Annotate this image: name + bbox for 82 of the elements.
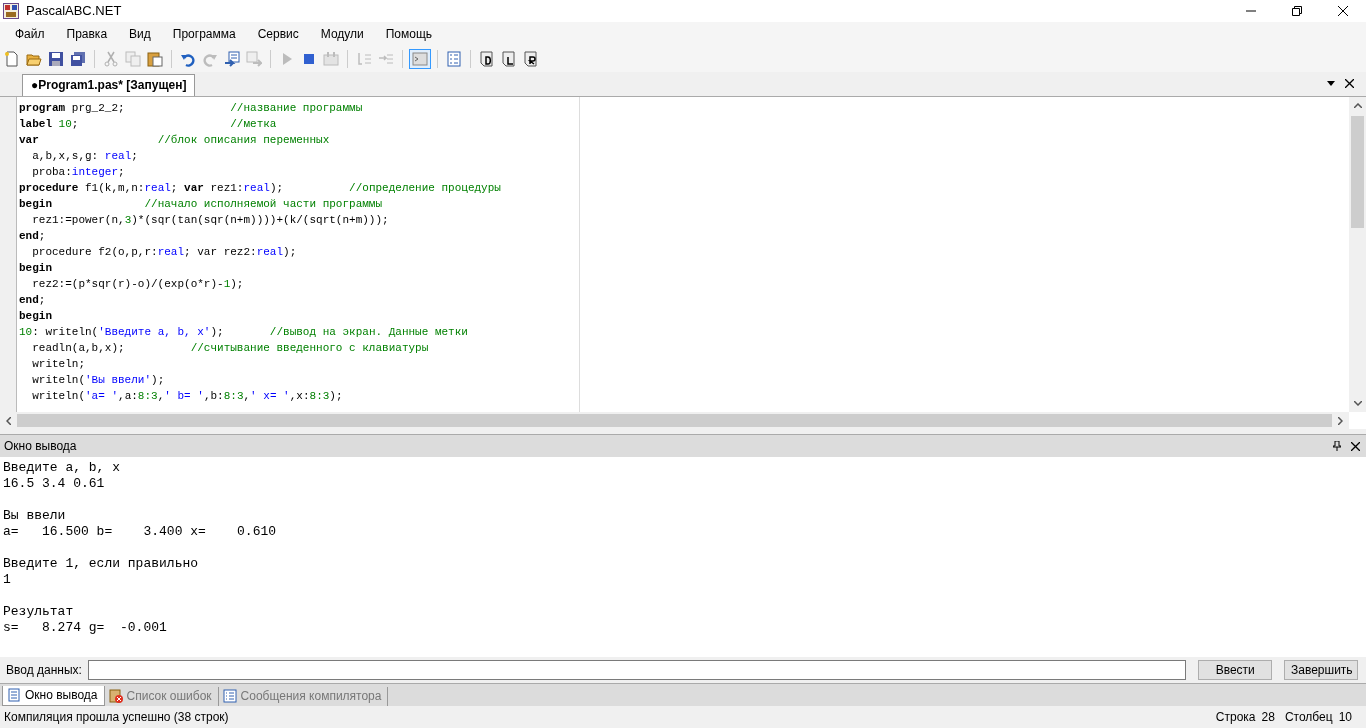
- code-line: var //блок описания переменных: [19, 132, 331, 148]
- vertical-scrollbar[interactable]: [1349, 96, 1366, 413]
- toolbar-button[interactable]: [222, 48, 242, 69]
- menu-item[interactable]: Помощь: [374, 26, 444, 41]
- scroll-left-icon[interactable]: [6, 416, 11, 425]
- panel-tab[interactable]: Окно вывода: [2, 686, 105, 707]
- status-label: Столбец: [1284, 710, 1333, 725]
- code-line: writeln('Вы ввели');: [31, 372, 166, 388]
- document-arrow-icon: [224, 50, 240, 67]
- menu-item[interactable]: Модули: [309, 26, 375, 41]
- code-line: a,b,x,s,g: real;: [31, 148, 139, 164]
- status-value: 28: [1261, 710, 1275, 725]
- save-all-icon: [70, 50, 86, 67]
- code-line: label 10; //метка: [19, 116, 278, 132]
- output-line: Введите 1, если правильно: [3, 556, 200, 573]
- status-message: Компиляция прошла успешно (38 строк): [4, 710, 229, 725]
- menu-item[interactable]: Файл: [4, 26, 56, 41]
- close-icon[interactable]: [1351, 441, 1360, 451]
- input-field[interactable]: [87, 660, 1187, 681]
- output-line: Результат: [3, 604, 75, 621]
- output-line: Введите a, b, x: [3, 460, 122, 477]
- document-icon: [7, 688, 21, 703]
- input-label: Ввод данных:: [6, 663, 82, 678]
- code-line: readln(a,b,x); //считывание введенного с клавиатуры: [31, 340, 430, 356]
- close-icon[interactable]: [1338, 5, 1348, 16]
- output-line: Вы ввели: [3, 508, 67, 525]
- scissors-icon: [103, 50, 119, 67]
- menu-item[interactable]: Программа: [161, 26, 247, 41]
- list-icon: [222, 689, 237, 704]
- console-icon: [412, 50, 428, 67]
- menu-item[interactable]: Вид: [118, 26, 162, 41]
- output-line: s= 8.274 g= -0.001: [3, 620, 168, 637]
- list-icon: [446, 50, 462, 67]
- document-arrow-icon: [246, 50, 262, 67]
- paste-icon: [147, 50, 163, 67]
- scroll-thumb[interactable]: [17, 414, 1332, 428]
- document-icon: [479, 50, 495, 67]
- output-line: 1: [3, 572, 12, 589]
- output-line: 16.5 3.4 0.61: [3, 476, 106, 493]
- horizontal-scrollbar[interactable]: [0, 412, 1349, 430]
- console-toggle-button[interactable]: [409, 48, 431, 69]
- code-line: procedure f1(k,m,n:real; var rez1:real); //определение процедуры: [19, 180, 502, 196]
- dropdown-icon[interactable]: [1327, 81, 1335, 87]
- scroll-right-icon[interactable]: [1338, 416, 1343, 425]
- menu-item[interactable]: Сервис: [246, 26, 310, 41]
- action-button[interactable]: Завершить: [1284, 660, 1358, 681]
- action-button[interactable]: Ввести: [1198, 660, 1272, 681]
- code-line: procedure f2(o,p,r:real; var rez2:real);: [31, 244, 298, 260]
- scroll-up-icon[interactable]: [1353, 102, 1362, 108]
- pin-icon[interactable]: [1333, 441, 1341, 452]
- status-value: 10: [1338, 710, 1352, 725]
- scroll-down-icon[interactable]: [1353, 401, 1362, 407]
- build-icon: [323, 50, 339, 67]
- close-icon[interactable]: [1345, 79, 1354, 89]
- code-line: rez2:=(p*sqr(r)-o)/(exp(o*r)-1);: [31, 276, 245, 292]
- code-line: rez1:=power(n,3)*(sqr(tan(sqr(n+m))))+(k/(sqrt(n+m)));: [31, 212, 390, 228]
- code-line: end;: [19, 292, 47, 308]
- editor-tab[interactable]: ●Program1.pas* [Запущен]: [22, 73, 196, 96]
- scroll-thumb[interactable]: [1351, 115, 1364, 228]
- app-logo-icon: [3, 2, 19, 19]
- code-line: writeln;: [31, 356, 86, 372]
- window-title: PascalABC.NET: [26, 3, 122, 19]
- copy-icon: [125, 50, 141, 67]
- code-line: proba:integer;: [31, 164, 126, 180]
- code-line: 10: writeln('Введите a, b, x'); //вывод на экран. Данные метки: [19, 324, 469, 340]
- code-line: begin: [19, 308, 53, 324]
- error-icon: [108, 689, 123, 704]
- panel-title: Окно вывода: [4, 439, 77, 454]
- code-line: begin //начало исполняемой части программы: [19, 196, 384, 212]
- save-icon: [48, 50, 64, 67]
- document-icon: [523, 50, 539, 67]
- code-line: writeln('a= ',a:8:3,' b= ',b:8:3,' x= ',x:8:3);: [31, 388, 344, 404]
- restore-icon[interactable]: [1292, 5, 1302, 16]
- code-line: begin: [19, 260, 53, 276]
- menu-item[interactable]: Правка: [55, 26, 119, 41]
- code-line: program prg_2_2; //название программы: [19, 100, 364, 116]
- step-icon: [356, 50, 372, 67]
- new-file-icon: [4, 50, 20, 67]
- code-line: end;: [19, 228, 47, 244]
- document-icon: [501, 50, 517, 67]
- status-label: Строка: [1215, 710, 1256, 725]
- output-line: a= 16.500 b= 3.400 x= 0.610: [3, 524, 278, 541]
